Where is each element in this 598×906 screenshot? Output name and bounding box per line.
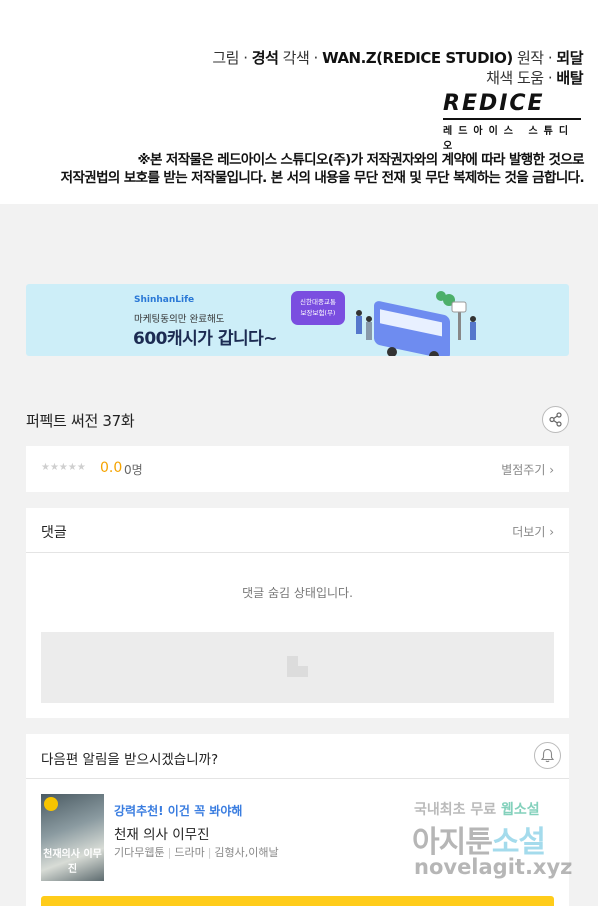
credits-section: 그림 · 경석 각색 · WAN.Z(REDICE STUDIO) 원작 · 뫼… bbox=[0, 0, 598, 204]
watermark-line-1: 국내최초 무료 웹소설 bbox=[414, 799, 540, 819]
ad-headline: 600캐시가 갑니다~ bbox=[133, 329, 278, 349]
comments-title: 댓글 bbox=[41, 525, 67, 541]
credit-original-author: 뫼달 bbox=[556, 49, 583, 67]
ad-badge: 신한대중교통 보장보험(무) bbox=[291, 291, 345, 325]
credit-label-color: 채색 도움 · bbox=[486, 69, 557, 87]
watermark-text-b: 웹소설 bbox=[501, 802, 540, 818]
credit-label-adapt: 각색 · bbox=[278, 49, 323, 67]
meta-divider: | bbox=[167, 846, 172, 859]
next-alert-header: 다음편 알림을 받으시겠습니까? bbox=[26, 734, 569, 779]
rating-score: 0.0 bbox=[100, 460, 123, 476]
recommendation-tag: 강력추천! 이건 꼭 봐야해 bbox=[114, 804, 243, 818]
rating-card: ★★★★★ 0.0 0명 별점주기 › bbox=[26, 446, 569, 492]
site-watermark: 국내최초 무료 웹소설 아지툰소설 novelagit.xyz bbox=[410, 797, 590, 892]
credit-artist: 경석 bbox=[251, 49, 279, 67]
studio-logo-sub: 레드아이스 스튜디오 bbox=[443, 118, 581, 152]
ad-banner[interactable]: ShinhanLife 마케팅동의만 완료해도 600캐시가 갑니다~ 신한대중… bbox=[26, 284, 569, 356]
recommended-meta: 기다무웹툰 | 드라마 | 김형사,이해날 bbox=[114, 844, 279, 860]
ad-badge-line-1: 신한대중교통 bbox=[300, 298, 336, 306]
episode-title: 퍼펙트 써전 37화 bbox=[26, 412, 135, 430]
comments-hidden-message: 댓글 숨김 상태입니다. bbox=[242, 586, 353, 600]
recommended-genre: 기다무웹툰 bbox=[114, 846, 165, 859]
copyright-notice-2: 저작권법의 보호를 받는 저작물입니다. 본 서의 내용을 무단 전재 및 무단… bbox=[60, 170, 585, 186]
credit-label-art: 그림 · bbox=[212, 49, 252, 67]
meta-divider: | bbox=[207, 846, 212, 859]
share-icon bbox=[549, 412, 562, 427]
credits-line-1: 그림 · 경석 각색 · WAN.Z(REDICE STUDIO) 원작 · 뫼… bbox=[212, 47, 583, 68]
recommended-category: 드라마 bbox=[174, 846, 205, 859]
bus-illustration bbox=[356, 291, 476, 356]
credit-label-original: 원작 · bbox=[512, 49, 557, 67]
recommended-thumbnail[interactable]: 천재의사 이무진 bbox=[41, 794, 104, 881]
comments-placeholder-box bbox=[41, 632, 554, 703]
ad-brand: ShinhanLife bbox=[134, 295, 195, 305]
comments-more-button[interactable]: 더보기 › bbox=[512, 523, 554, 540]
rate-button[interactable]: 별점주기 › bbox=[501, 461, 554, 478]
recommended-authors: 김형사,이해날 bbox=[214, 846, 279, 859]
share-button[interactable] bbox=[542, 406, 569, 433]
ad-badge-line-2: 보장보험(무) bbox=[300, 309, 336, 317]
image-placeholder-icon bbox=[287, 656, 308, 677]
bell-icon bbox=[540, 748, 555, 763]
credits-line-2: 채색 도움 · 배탈 bbox=[486, 67, 583, 88]
alert-toggle-button[interactable] bbox=[534, 742, 561, 769]
credit-colorist: 배탈 bbox=[556, 69, 583, 87]
rating-count: 0명 bbox=[124, 463, 143, 477]
credit-adapter: WAN.Z(REDICE STUDIO) bbox=[322, 49, 513, 67]
studio-logo-word: REDICE bbox=[443, 91, 545, 116]
copyright-notice-1: ※본 저작물은 레드아이스 스튜디오(주)가 저작권자와의 계약에 따라 발행한… bbox=[137, 152, 584, 168]
thumbnail-title: 천재의사 이무진 bbox=[43, 849, 102, 875]
next-episode-button[interactable] bbox=[41, 896, 554, 906]
watermark-url: novelagit.xyz bbox=[414, 855, 573, 879]
comments-header: 댓글 더보기 › bbox=[26, 508, 569, 553]
watermark-text-a: 국내최초 무료 bbox=[414, 802, 502, 818]
wait-free-clock-icon bbox=[44, 797, 58, 811]
recommended-title[interactable]: 천재 의사 이무진 bbox=[114, 823, 210, 843]
next-alert-question: 다음편 알림을 받으시겠습니까? bbox=[41, 752, 219, 768]
ad-subtext: 마케팅동의만 완료해도 bbox=[134, 314, 225, 325]
comments-card: 댓글 더보기 › 댓글 숨김 상태입니다. bbox=[26, 508, 569, 718]
star-rating-icon: ★★★★★ bbox=[41, 462, 86, 473]
studio-logo: REDICE 레드아이스 스튜디오 bbox=[443, 93, 581, 152]
